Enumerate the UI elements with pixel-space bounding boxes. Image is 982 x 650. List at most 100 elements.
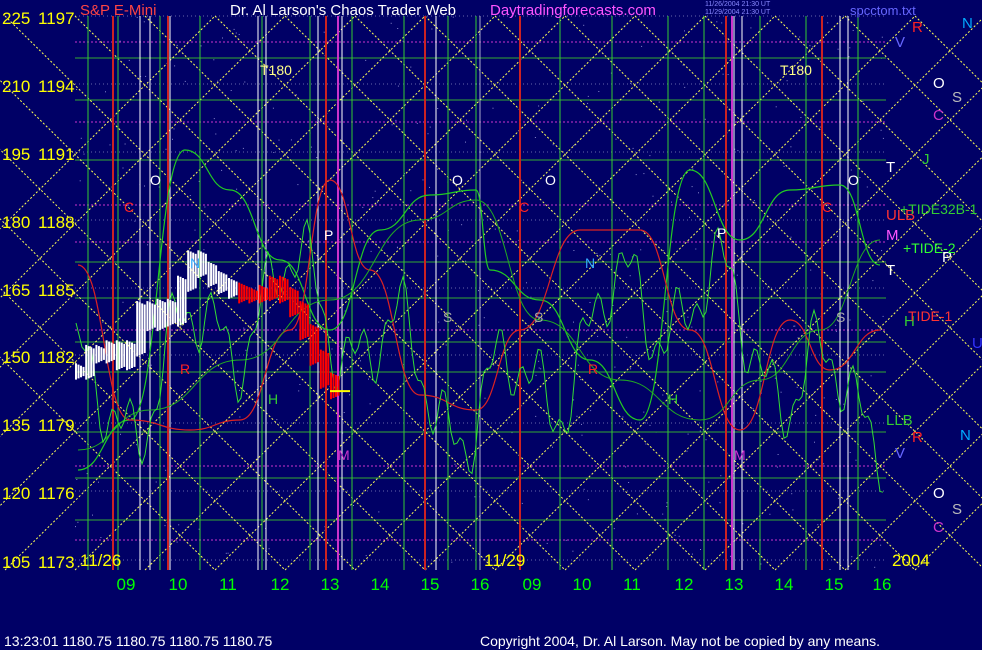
- star-dot: [629, 275, 631, 277]
- y-axis-tide-label: 150: [2, 348, 30, 367]
- star-dot: [390, 22, 392, 24]
- star-dot: [243, 327, 245, 329]
- tide-label: +TIDE-2: [903, 240, 956, 256]
- star-dot: [750, 27, 752, 29]
- right-annotation-letter: S: [952, 89, 962, 106]
- star-dot: [465, 141, 466, 143]
- star-dot: [849, 47, 851, 49]
- star-dot: [708, 481, 710, 483]
- chart-annotation-letter: S: [836, 309, 845, 325]
- star-dot: [627, 494, 629, 495]
- star-dot: [474, 496, 476, 498]
- star-dot: [699, 430, 701, 432]
- star-dot: [796, 386, 798, 388]
- star-dot: [242, 147, 244, 149]
- star-dot: [636, 513, 638, 515]
- star-dot: [671, 201, 672, 203]
- chart-annotation-letter: O: [452, 172, 463, 188]
- star-dot: [368, 378, 369, 380]
- star-dot: [722, 73, 724, 75]
- x-axis-hour-label: 14: [371, 575, 390, 594]
- y-axis-tide-label: 180: [2, 213, 30, 232]
- star-dot: [643, 411, 645, 413]
- star-dot: [98, 481, 99, 483]
- star-dot: [777, 454, 779, 455]
- star-dot: [698, 192, 699, 194]
- star-dot: [573, 145, 574, 147]
- star-dot: [493, 364, 495, 366]
- star-dot: [848, 56, 850, 58]
- star-dot: [790, 236, 792, 238]
- star-dot: [705, 439, 707, 441]
- star-dot: [736, 274, 738, 276]
- star-dot: [410, 66, 412, 68]
- star-dot: [374, 190, 376, 192]
- star-dot: [837, 497, 839, 499]
- star-dot: [817, 524, 819, 526]
- star-dot: [614, 366, 616, 368]
- star-dot: [843, 403, 845, 405]
- star-dot: [599, 254, 601, 256]
- chart-annotation-letter: P: [717, 225, 726, 241]
- star-dot: [882, 137, 884, 139]
- star-dot: [445, 344, 447, 346]
- star-dot: [534, 137, 536, 138]
- chart-annotation-letter: P: [324, 227, 333, 243]
- y-axis-tide-label: 195: [2, 145, 30, 164]
- star-dot: [174, 65, 176, 67]
- right-annotation-letter: T: [886, 159, 895, 176]
- chart-annotation-letter: T180: [780, 62, 812, 78]
- star-dot: [760, 380, 762, 382]
- right-annotation-letter: T: [886, 262, 895, 279]
- star-dot: [572, 550, 574, 552]
- star-dot: [658, 101, 660, 103]
- date-label-next: 11/29: [484, 551, 525, 570]
- right-annotation-letter: V: [895, 34, 905, 51]
- star-dot: [128, 59, 130, 61]
- star-dot: [546, 542, 548, 544]
- star-dot: [410, 190, 412, 192]
- y-axis-price-label: 1179: [38, 416, 75, 435]
- chart-annotation-letter: O: [848, 172, 859, 188]
- star-dot: [880, 129, 882, 131]
- diagonal-line: [914, 15, 982, 83]
- star-dot: [719, 502, 721, 504]
- right-annotation-letter: LLB: [886, 412, 913, 429]
- star-dot: [760, 563, 762, 565]
- star-dot: [521, 502, 523, 504]
- y-axis-tide-label: 135: [2, 416, 30, 435]
- star-dot: [786, 80, 788, 82]
- star-dot: [391, 124, 393, 126]
- star-dot: [643, 173, 645, 175]
- star-dot: [77, 521, 79, 523]
- star-dot: [222, 37, 223, 39]
- star-dot: [573, 250, 575, 251]
- star-dot: [295, 94, 297, 96]
- star-dot: [652, 195, 654, 197]
- star-dot: [837, 235, 838, 237]
- star-dot: [310, 146, 312, 148]
- chart-window: 225 210 195 180 165 150 135 120 105 1197 1194 1191 1…: [0, 0, 982, 650]
- star-dot: [716, 21, 718, 23]
- star-dot: [194, 229, 196, 231]
- star-dot: [390, 208, 392, 210]
- star-dot: [730, 555, 731, 557]
- x-axis-hour-label: 11: [623, 575, 641, 594]
- star-dot: [227, 552, 229, 554]
- star-dot: [195, 240, 197, 242]
- star-dot: [164, 525, 166, 527]
- chaos-chart-svg: 225 210 195 180 165 150 135 120 105 1197 1194 1191 1…: [0, 1, 982, 649]
- star-dot: [494, 228, 496, 230]
- star-dot: [859, 177, 861, 178]
- star-dot: [587, 95, 589, 97]
- star-dot: [792, 509, 794, 511]
- right-annotation-letter: C: [933, 519, 944, 536]
- star-dot: [815, 414, 817, 416]
- chart-annotation-letter: S: [443, 309, 452, 325]
- x-axis-hour-label: 10: [573, 575, 592, 594]
- star-dot: [597, 335, 599, 337]
- star-dot: [298, 390, 300, 392]
- star-dot: [720, 475, 722, 477]
- x-axis-hour-label: 15: [825, 575, 844, 594]
- star-dot: [817, 459, 819, 461]
